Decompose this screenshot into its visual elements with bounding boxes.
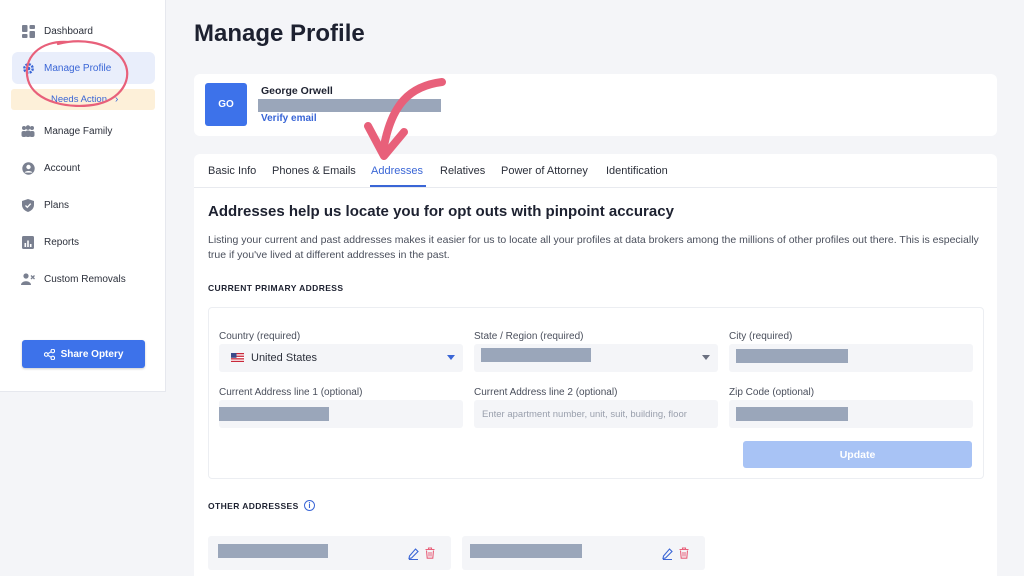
dashboard-icon (21, 24, 35, 38)
chevron-down-icon (702, 355, 710, 360)
list-item (208, 536, 451, 570)
list-item (462, 536, 705, 570)
state-select[interactable] (474, 344, 718, 372)
family-icon (21, 124, 35, 138)
info-icon[interactable]: i (304, 500, 315, 511)
city-field[interactable] (729, 344, 973, 372)
address-line2-field[interactable]: Enter apartment number, unit, suit, buil… (474, 400, 718, 428)
tab-phones-emails[interactable]: Phones & Emails (272, 165, 356, 177)
tab-basic-info[interactable]: Basic Info (208, 165, 256, 177)
trash-icon[interactable] (679, 546, 689, 564)
address-line2-placeholder: Enter apartment number, unit, suit, buil… (482, 409, 687, 420)
tab-relatives[interactable]: Relatives (440, 165, 485, 177)
sidebar-item-label: Manage Profile (44, 62, 112, 74)
other-addresses-heading: OTHER ADDRESSES (208, 501, 299, 511)
needs-action-label: Needs Action (51, 94, 107, 105)
sidebar-item-dashboard[interactable]: Dashboard (12, 15, 155, 47)
state-label: State / Region (required) (474, 331, 584, 342)
section-heading: Addresses help us locate you for opt out… (208, 203, 674, 220)
redacted-address (218, 544, 328, 558)
current-primary-address-heading: CURRENT PRIMARY ADDRESS (208, 283, 344, 293)
user-circle-icon (21, 161, 35, 175)
redacted-zip (736, 407, 848, 421)
sidebar-item-manage-profile[interactable]: Manage Profile (12, 52, 155, 84)
sidebar-item-account[interactable]: Account (12, 152, 155, 184)
edit-icon[interactable] (408, 547, 419, 565)
addresses-card: Basic Info Phones & Emails Addresses Rel… (194, 154, 997, 576)
profile-card: GO George Orwell Verify email (194, 74, 997, 136)
sidebar-item-label: Custom Removals (44, 273, 126, 285)
country-select[interactable]: United States (219, 344, 463, 372)
city-label: City (required) (729, 331, 793, 342)
share-optery-button[interactable]: Share Optery (22, 340, 145, 368)
tab-power-of-attorney[interactable]: Power of Attorney (501, 165, 588, 177)
address-line1-field[interactable] (219, 400, 463, 428)
page-title: Manage Profile (194, 20, 365, 47)
sidebar-item-label: Plans (44, 199, 70, 211)
share-icon (43, 348, 55, 360)
redacted-email (258, 99, 441, 112)
verify-email-link[interactable]: Verify email (261, 113, 317, 124)
profile-name: George Orwell (261, 85, 333, 97)
country-value: United States (251, 352, 318, 364)
report-icon (21, 235, 35, 249)
zip-label: Zip Code (optional) (729, 387, 815, 398)
avatar: GO (205, 83, 247, 126)
redacted-state (481, 348, 591, 362)
tab-identification[interactable]: Identification (606, 165, 668, 177)
sidebar-item-reports[interactable]: Reports (12, 226, 155, 258)
needs-action-badge[interactable]: Needs Action › (11, 89, 155, 110)
country-label: Country (required) (219, 331, 301, 342)
sidebar-item-label: Dashboard (44, 25, 93, 37)
gear-icon (21, 61, 35, 75)
trash-icon[interactable] (425, 546, 435, 564)
zip-field[interactable] (729, 400, 973, 428)
sidebar-item-plans[interactable]: Plans (12, 189, 155, 221)
share-optery-label: Share Optery (60, 348, 124, 360)
section-description: Listing your current and past addresses … (208, 234, 979, 261)
sidebar-item-label: Manage Family (44, 125, 113, 137)
active-tab-indicator (370, 185, 426, 187)
user-remove-icon (21, 272, 35, 286)
sidebar: Dashboard Manage Profile Needs Action › … (0, 0, 166, 392)
edit-icon[interactable] (662, 547, 673, 565)
redacted-city (736, 349, 848, 363)
tab-addresses[interactable]: Addresses (371, 165, 423, 177)
update-button[interactable]: Update (743, 441, 972, 468)
tab-bar: Basic Info Phones & Emails Addresses Rel… (194, 154, 997, 188)
address-line2-label: Current Address line 2 (optional) (474, 387, 618, 398)
sidebar-item-custom-removals[interactable]: Custom Removals (12, 263, 155, 295)
address-line1-label: Current Address line 1 (optional) (219, 387, 363, 398)
sidebar-item-label: Reports (44, 236, 80, 248)
sidebar-item-label: Account (44, 162, 81, 174)
sidebar-item-manage-family[interactable]: Manage Family (12, 115, 155, 147)
chevron-down-icon (447, 355, 455, 360)
chevron-right-icon: › (114, 94, 119, 105)
us-flag-icon (231, 353, 244, 362)
redacted-address-line1 (219, 407, 329, 421)
shield-icon (21, 198, 35, 212)
redacted-address (470, 544, 582, 558)
